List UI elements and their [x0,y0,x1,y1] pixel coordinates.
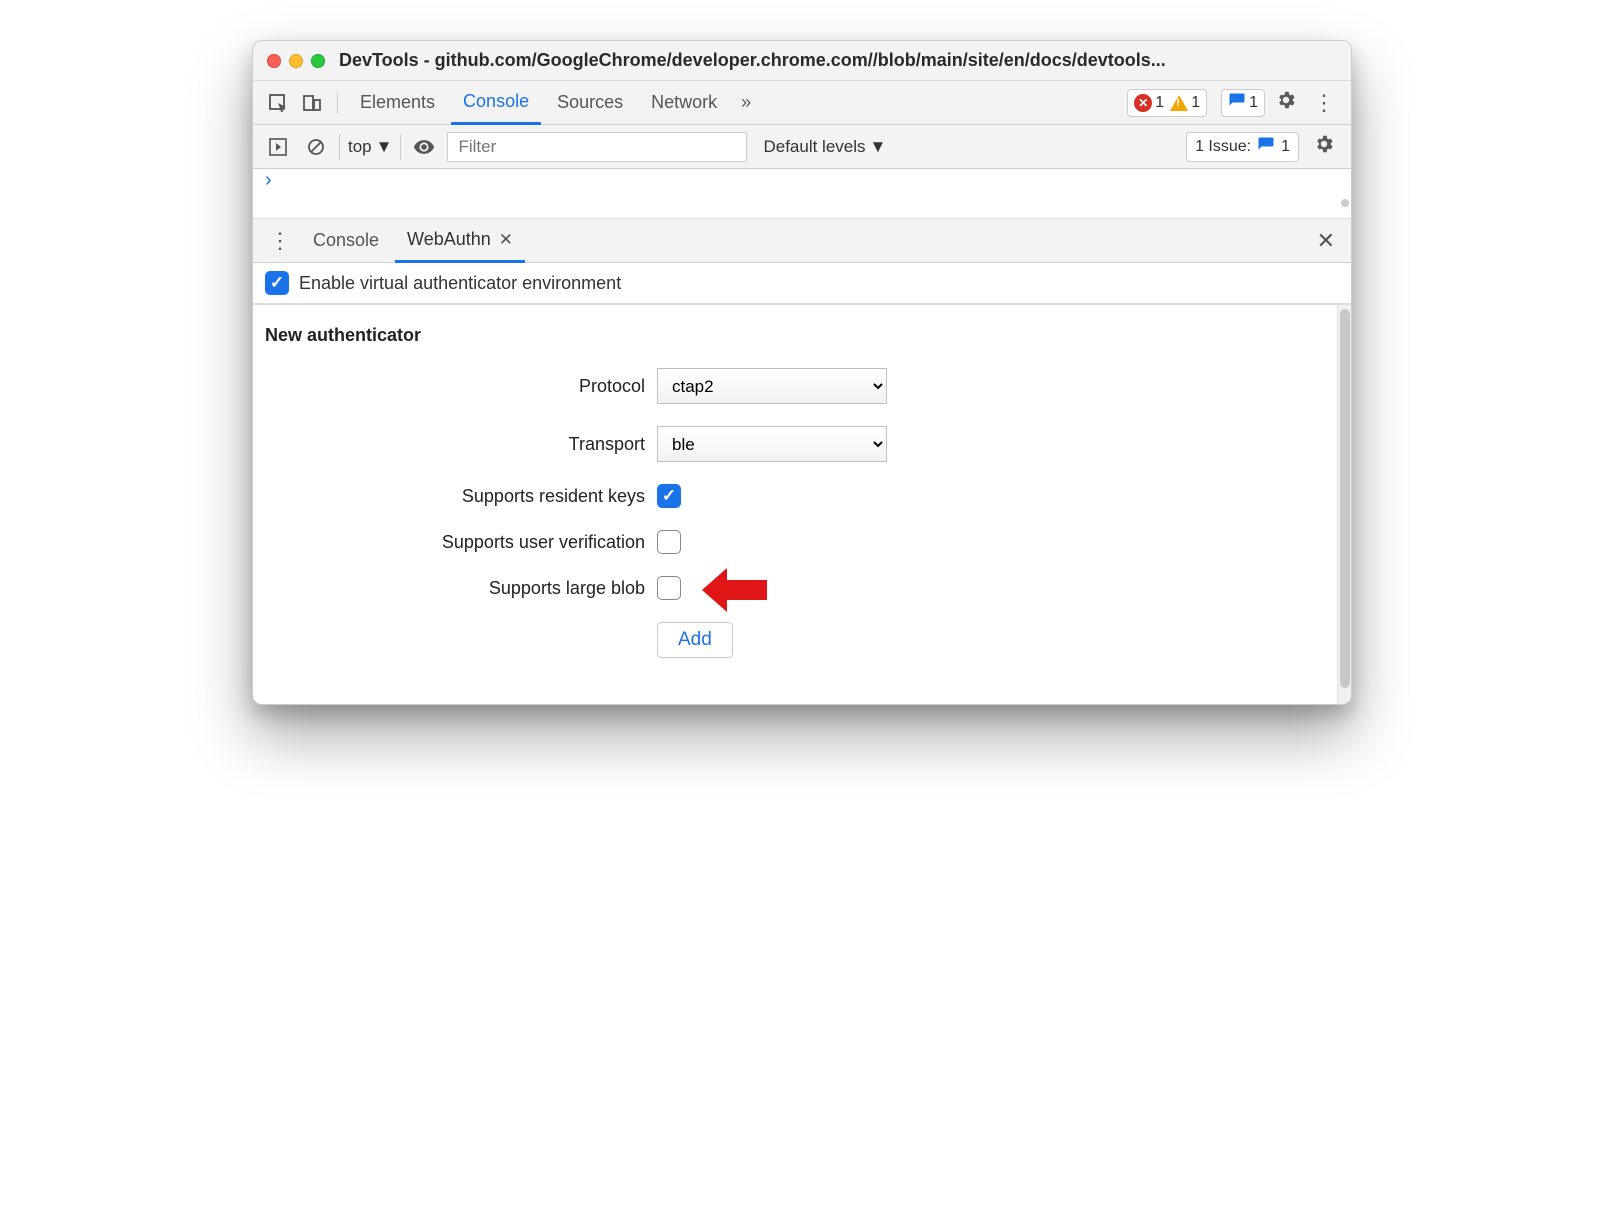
execution-context-select[interactable]: top ▼ [339,134,401,160]
settings-icon[interactable] [1269,89,1303,117]
transport-label: Transport [265,434,645,455]
message-icon [1257,136,1275,158]
protocol-select[interactable]: ctap2 [657,368,887,404]
minimize-window-button[interactable] [289,54,303,68]
dropdown-caret-icon: ▼ [870,137,887,157]
console-toolbar: top ▼ Default levels ▼ 1 Issue: 1 [253,125,1351,169]
levels-label: Default levels [763,137,865,157]
console-prompt-caret-icon: › [253,169,1351,192]
window-title: DevTools - github.com/GoogleChrome/devel… [339,50,1166,71]
warning-icon [1170,95,1188,111]
user-verification-checkbox[interactable] [657,530,681,554]
enable-virtual-auth-row: Enable virtual authenticator environment [253,263,1351,305]
devtools-window: DevTools - github.com/GoogleChrome/devel… [252,40,1352,705]
issues-count: 1 [1281,138,1290,156]
main-tabbar: Elements Console Sources Network » ✕1 1 … [253,81,1351,125]
maximize-window-button[interactable] [311,54,325,68]
warning-count: 1 [1191,94,1200,112]
drawer-menu-icon[interactable]: ⋮ [263,228,297,254]
form-heading: New authenticator [265,325,1325,346]
divider [337,92,338,114]
message-count: 1 [1249,94,1258,112]
transport-select[interactable]: ble [657,426,887,462]
close-drawer-icon[interactable]: ✕ [1311,228,1341,254]
drawer-tabbar: ⋮ Console WebAuthn ✕ ✕ [253,219,1351,263]
resident-keys-checkbox[interactable] [657,484,681,508]
webauthn-panel: New authenticator Protocol ctap2 Transpo… [253,305,1351,704]
drawer-tab-label: Console [313,230,379,251]
error-count: 1 [1155,94,1164,112]
scope-label: top [348,137,372,157]
tab-elements[interactable]: Elements [348,81,447,125]
inspect-element-icon[interactable] [263,88,293,118]
large-blob-checkbox[interactable] [657,576,681,600]
live-expression-icon[interactable] [409,132,439,162]
close-window-button[interactable] [267,54,281,68]
scroll-thumb[interactable] [1340,309,1350,688]
scrollbar[interactable] [1337,305,1351,704]
close-tab-icon[interactable]: ✕ [499,230,513,250]
large-blob-label: Supports large blob [265,578,645,599]
add-authenticator-button[interactable]: Add [657,622,733,658]
drawer-tab-label: WebAuthn [407,229,491,250]
tab-sources[interactable]: Sources [545,81,635,125]
tab-console[interactable]: Console [451,81,541,125]
drawer-tab-console[interactable]: Console [301,219,391,263]
enable-virtual-auth-checkbox[interactable] [265,271,289,295]
console-filter-input[interactable] [447,132,747,162]
clear-console-icon[interactable] [301,132,331,162]
new-authenticator-form: New authenticator Protocol ctap2 Transpo… [253,305,1337,704]
protocol-label: Protocol [265,376,645,397]
device-toolbar-icon[interactable] [297,88,327,118]
resident-keys-label: Supports resident keys [265,486,645,507]
console-body: › [253,169,1351,219]
enable-label: Enable virtual authenticator environment [299,273,621,294]
issues-badge[interactable]: 1 Issue: 1 [1186,132,1299,162]
message-icon [1228,92,1246,114]
console-settings-icon[interactable] [1307,133,1341,161]
titlebar: DevTools - github.com/GoogleChrome/devel… [253,41,1351,81]
arrow-annotation-icon [697,560,777,625]
error-icon: ✕ [1134,94,1152,112]
messages-badge[interactable]: 1 [1221,89,1265,117]
console-sidebar-toggle-icon[interactable] [263,132,293,162]
issues-prefix: 1 Issue: [1195,138,1251,156]
dropdown-caret-icon: ▼ [376,137,393,157]
window-controls [267,54,325,68]
tab-network[interactable]: Network [639,81,729,125]
more-menu-icon[interactable]: ⋮ [1307,90,1341,116]
more-tabs-icon[interactable]: » [733,92,759,113]
log-levels-select[interactable]: Default levels ▼ [755,137,894,157]
user-verification-label: Supports user verification [265,532,645,553]
error-warning-badge[interactable]: ✕1 1 [1127,89,1207,117]
drawer-tab-webauthn[interactable]: WebAuthn ✕ [395,219,525,263]
